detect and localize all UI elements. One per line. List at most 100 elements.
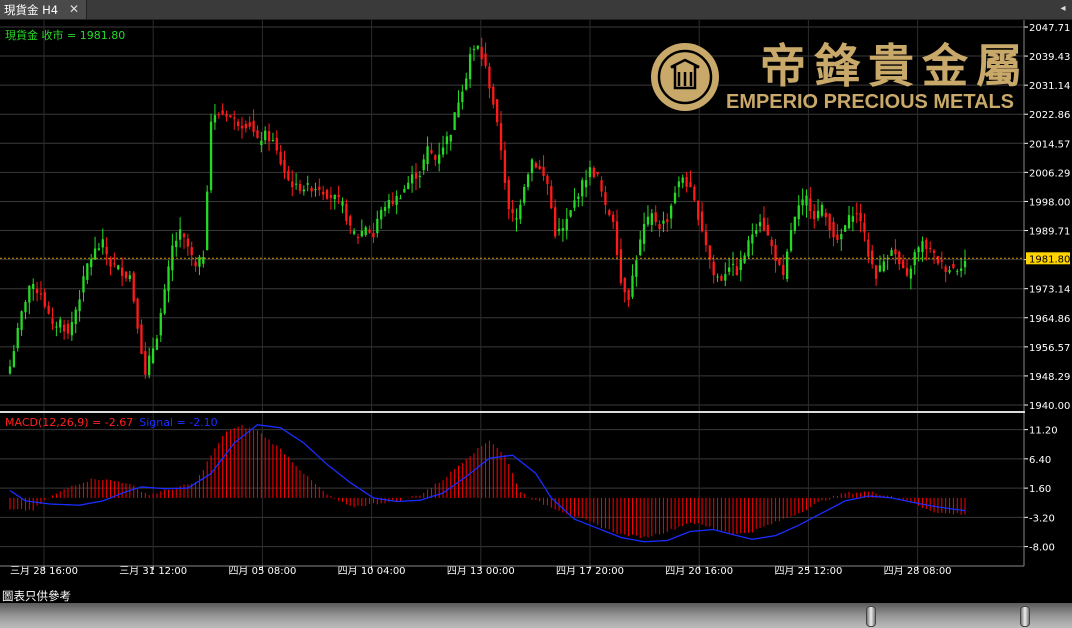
- candle-body: [859, 212, 862, 222]
- candle-body: [693, 186, 696, 201]
- macd-tick-label: 6.40: [1029, 455, 1051, 466]
- macd-panel-label: MACD(12,26,9) = -2.67 Signal = -2.10: [5, 416, 218, 429]
- candle-body: [294, 183, 298, 185]
- candle-body: [341, 201, 344, 206]
- candle-body: [325, 189, 329, 199]
- close-icon[interactable]: ✕: [66, 1, 82, 17]
- candle-body: [921, 241, 924, 253]
- candle-body: [82, 276, 85, 293]
- candle-body: [836, 234, 839, 240]
- candle-body: [847, 215, 851, 229]
- candle-body: [213, 115, 217, 123]
- candle-body: [843, 225, 847, 232]
- candle-body: [526, 174, 530, 187]
- candle-body: [959, 268, 963, 271]
- candle-body: [623, 278, 626, 293]
- signal-label: Signal = -2.10: [139, 416, 217, 429]
- chart-area[interactable]: 帝鋒貴金屬 EMPERIO PRECIOUS METALS 2047.71 203…: [0, 20, 1072, 592]
- candle-body: [472, 48, 476, 51]
- candle-body: [78, 299, 81, 312]
- macd-label: MACD(12,26,9) = -2.67: [5, 416, 133, 429]
- candle-body: [681, 177, 684, 183]
- candle-body: [782, 264, 785, 275]
- candle-body: [816, 210, 820, 219]
- candle-body: [963, 260, 967, 268]
- candle-body: [120, 267, 124, 276]
- candle-body: [414, 172, 418, 179]
- candle-body: [376, 218, 379, 234]
- candle-body: [503, 150, 507, 183]
- x-tick-label: 四月 10 04:00: [338, 565, 406, 577]
- price-tick-label: 1948.29: [1029, 372, 1070, 383]
- candle-body: [561, 228, 565, 231]
- candle-body: [329, 195, 333, 198]
- candle-body: [801, 199, 804, 206]
- candle-body: [287, 170, 290, 181]
- candle-body: [519, 204, 522, 220]
- candle-body: [813, 211, 816, 220]
- logo-english: EMPERIO PRECIOUS METALS: [726, 91, 1014, 113]
- candle-body: [387, 199, 391, 209]
- candle-body: [944, 266, 947, 272]
- candle-body: [882, 261, 885, 272]
- navigator-left-handle[interactable]: [866, 606, 876, 627]
- candle-body: [457, 102, 460, 118]
- candle-body: [565, 218, 568, 231]
- candle-body: [828, 213, 831, 231]
- title-bar: 現貨金 H4 ✕ ◂: [0, 0, 1072, 20]
- candle-body: [333, 194, 336, 200]
- chart-tab[interactable]: 現貨金 H4 ✕: [0, 0, 87, 19]
- candle-body: [217, 114, 220, 116]
- candle-body: [515, 218, 518, 220]
- candle-body: [894, 249, 897, 255]
- candle-body: [16, 327, 19, 349]
- candle-body: [758, 222, 762, 227]
- candle-body: [66, 323, 70, 334]
- chart-svg[interactable]: 帝鋒貴金屬 EMPERIO PRECIOUS METALS 2047.71 203…: [0, 20, 1072, 592]
- macd-tick-label: 1.60: [1029, 484, 1051, 495]
- candle-body: [113, 263, 116, 265]
- scroll-tabs-icon[interactable]: ◂: [1056, 1, 1070, 17]
- candle-body: [584, 180, 588, 188]
- candle-body: [662, 220, 665, 224]
- candle-body: [588, 167, 592, 178]
- price-tick-label: 2039.43: [1029, 52, 1070, 63]
- candle-body: [909, 268, 913, 279]
- candle-body: [453, 112, 456, 130]
- candle-body: [372, 232, 375, 238]
- candle-body: [422, 159, 425, 171]
- candle-body: [762, 217, 766, 231]
- candle-body: [445, 136, 449, 145]
- candle-body: [492, 86, 495, 105]
- candle-body: [51, 318, 54, 325]
- candle-body: [360, 230, 363, 237]
- navigator-right-handle[interactable]: [1020, 606, 1030, 627]
- candle-body: [449, 134, 452, 142]
- candle-body: [151, 348, 155, 364]
- candle-body: [855, 213, 858, 215]
- candle-body: [59, 319, 62, 328]
- navigator-scrollbar[interactable]: [0, 603, 1072, 628]
- candle-body: [905, 268, 909, 276]
- candle-body: [434, 155, 437, 160]
- candle-body: [635, 260, 638, 277]
- candle-body: [832, 221, 835, 238]
- candle-body: [778, 258, 781, 265]
- candle-body: [654, 212, 657, 223]
- price-tick-label: 1964.86: [1029, 314, 1070, 325]
- candle-body: [178, 229, 182, 240]
- candle-body: [97, 248, 101, 250]
- chart-tab-label: 現貨金 H4: [4, 3, 59, 17]
- candle-body: [28, 285, 31, 303]
- candle-body: [128, 275, 132, 279]
- macd-tick-label: -3.20: [1029, 513, 1055, 524]
- candle-body: [720, 275, 723, 281]
- candle-body: [743, 255, 746, 263]
- x-tick-label: 四月 13 00:00: [447, 565, 515, 577]
- candle-body: [314, 189, 317, 191]
- candle-body: [136, 298, 139, 329]
- candle-body: [267, 131, 271, 142]
- candle-body: [952, 263, 955, 268]
- price-tick-label: 1973.14: [1029, 285, 1070, 296]
- candle-body: [785, 251, 789, 280]
